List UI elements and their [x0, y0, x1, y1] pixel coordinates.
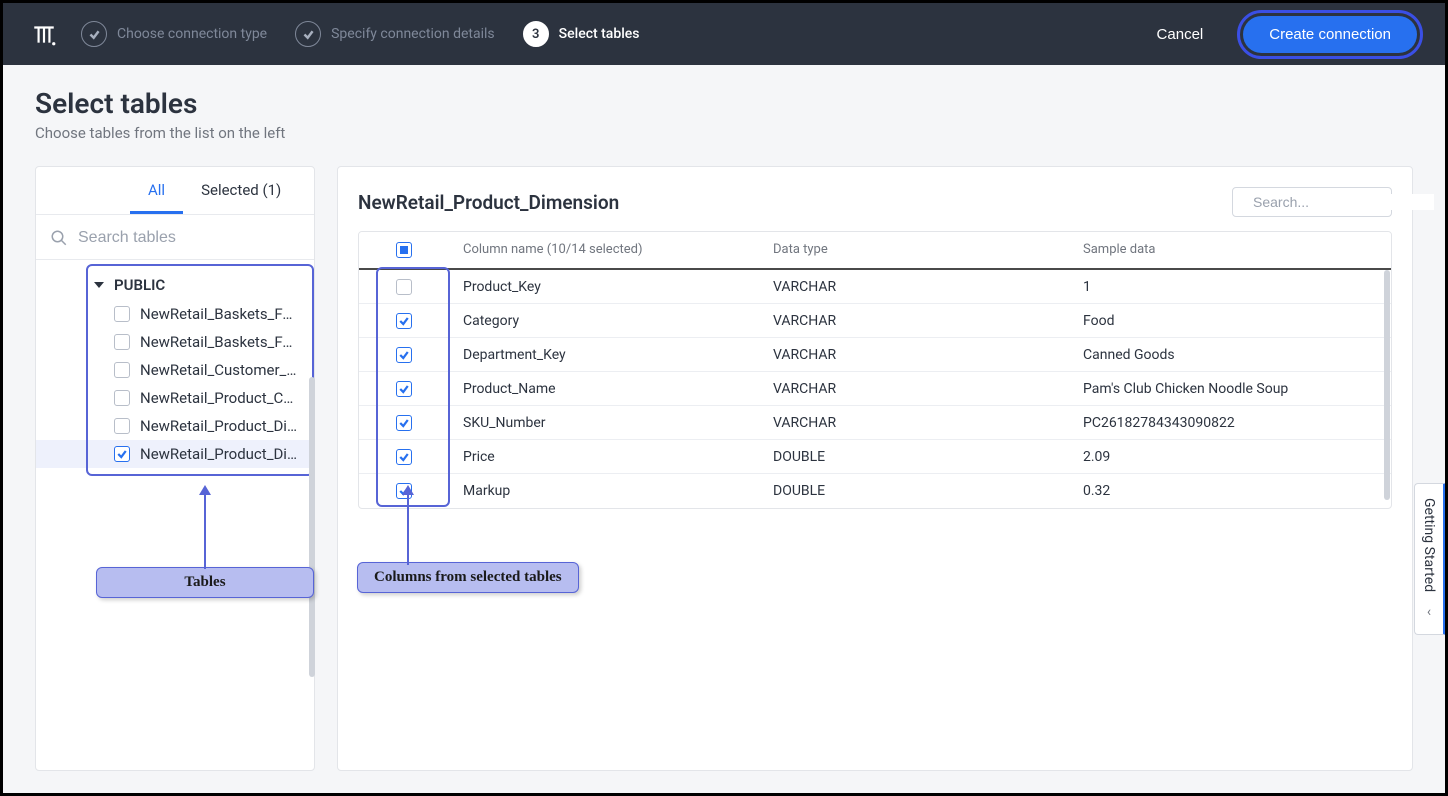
column-sample: 0.32: [1069, 473, 1391, 509]
column-row: Department_KeyVARCHARCanned Goods: [359, 338, 1391, 372]
tab-all[interactable]: All: [130, 167, 183, 214]
page-subtitle: Choose tables from the list on the left: [35, 124, 1413, 142]
header-sample-data: Sample data: [1069, 232, 1391, 268]
wizard-steps: Choose connection type Specify connectio…: [81, 21, 640, 47]
step-1: Choose connection type: [81, 21, 267, 47]
arrow-icon: [398, 485, 418, 565]
column-checkbox[interactable]: [396, 347, 412, 363]
column-name: Product_Name: [449, 371, 759, 407]
step-2-label: Specify connection details: [331, 26, 495, 42]
column-checkbox[interactable]: [396, 449, 412, 465]
column-row: Product_KeyVARCHAR1: [359, 270, 1391, 304]
search-columns-input[interactable]: [1253, 194, 1434, 210]
column-row: Product_NameVARCHARPam's Club Chicken No…: [359, 372, 1391, 406]
callout-columns: Columns from selected tables: [357, 562, 579, 593]
column-sample: PC26182784343090822: [1069, 405, 1391, 441]
column-sample: 2.09: [1069, 439, 1391, 475]
callout-tables: Tables: [96, 567, 314, 598]
column-sample: 1: [1069, 269, 1391, 305]
getting-started-label: Getting Started: [1421, 498, 1437, 592]
getting-started-tab[interactable]: Getting Started ‹: [1414, 483, 1446, 635]
header-column-name: Column name (10/14 selected): [449, 232, 759, 268]
column-name: Product_Key: [449, 269, 759, 305]
step-2: Specify connection details: [295, 21, 495, 47]
table-item[interactable]: NewRetail_Baskets_Fact_...: [36, 328, 314, 356]
app-logo-icon: [31, 21, 57, 47]
tab-selected[interactable]: Selected (1): [183, 167, 299, 214]
column-name: Price: [449, 439, 759, 475]
column-sample: Canned Goods: [1069, 337, 1391, 373]
table-checkbox[interactable]: [114, 418, 130, 434]
header-data-type: Data type: [759, 232, 1069, 268]
column-name: Department_Key: [449, 337, 759, 373]
search-tables-input[interactable]: [78, 223, 300, 253]
column-type: VARCHAR: [759, 371, 1069, 407]
table-item[interactable]: NewRetail_Product_Dime...: [36, 440, 314, 468]
step-1-label: Choose connection type: [117, 26, 267, 42]
tables-panel: All Selected (1) PUBLIC NewRetail_Basket…: [35, 166, 315, 771]
left-scrollbar[interactable]: [309, 377, 315, 677]
columns-panel: NewRetail_Product_Dimension Column name …: [337, 166, 1413, 771]
column-checkbox[interactable]: [396, 415, 412, 431]
column-checkbox[interactable]: [396, 381, 412, 397]
create-connection-button[interactable]: Create connection: [1243, 16, 1417, 53]
column-name: Markup: [449, 473, 759, 509]
column-checkbox[interactable]: [396, 279, 412, 295]
schema-label: PUBLIC: [114, 276, 165, 294]
check-icon: [295, 21, 321, 47]
table-item[interactable]: NewRetail_Product_Cost_...: [36, 384, 314, 412]
column-checkbox[interactable]: [396, 313, 412, 329]
table-checkbox[interactable]: [114, 306, 130, 322]
columns-table: Column name (10/14 selected) Data type S…: [358, 231, 1392, 509]
column-type: DOUBLE: [759, 473, 1069, 509]
column-sample: Food: [1069, 303, 1391, 339]
step-3-number: 3: [523, 21, 549, 47]
select-all-checkbox[interactable]: [396, 242, 412, 258]
columns-header-row: Column name (10/14 selected) Data type S…: [359, 232, 1391, 270]
step-3: 3 Select tables: [523, 21, 640, 47]
column-type: DOUBLE: [759, 439, 1069, 475]
table-checkbox[interactable]: [114, 446, 130, 462]
table-name: NewRetail_Baskets_Fact_...: [140, 333, 300, 351]
column-name: Category: [449, 303, 759, 339]
arrow-icon: [195, 485, 215, 569]
table-checkbox[interactable]: [114, 362, 130, 378]
table-item[interactable]: NewRetail_Baskets_Fact: [36, 300, 314, 328]
column-type: VARCHAR: [759, 337, 1069, 373]
column-row: MarkupDOUBLE0.32: [359, 474, 1391, 508]
column-type: VARCHAR: [759, 303, 1069, 339]
search-columns[interactable]: [1232, 187, 1392, 217]
caret-down-icon: [94, 282, 104, 288]
column-type: VARCHAR: [759, 405, 1069, 441]
cancel-button[interactable]: Cancel: [1141, 16, 1220, 53]
wizard-header: Choose connection type Specify connectio…: [3, 3, 1445, 65]
column-type: VARCHAR: [759, 269, 1069, 305]
search-tables[interactable]: [36, 215, 314, 260]
tables-tree: PUBLIC NewRetail_Baskets_Fact NewRetail_B…: [36, 260, 314, 478]
column-row: CategoryVARCHARFood: [359, 304, 1391, 338]
table-item[interactable]: NewRetail_Customer_Dim...: [36, 356, 314, 384]
step-3-label: Select tables: [559, 26, 640, 42]
table-name: NewRetail_Baskets_Fact: [140, 305, 300, 323]
table-name: NewRetail_Product_Cost_...: [140, 389, 300, 407]
schema-row[interactable]: PUBLIC: [36, 270, 314, 300]
check-icon: [81, 21, 107, 47]
column-row: SKU_NumberVARCHARPC26182784343090822: [359, 406, 1391, 440]
chevron-left-icon: ‹: [1427, 604, 1431, 620]
table-checkbox[interactable]: [114, 390, 130, 406]
tables-tabs: All Selected (1): [36, 167, 314, 215]
page-title: Select tables: [35, 87, 1413, 120]
table-scrollbar[interactable]: [1384, 270, 1390, 500]
column-row: PriceDOUBLE2.09: [359, 440, 1391, 474]
column-sample: Pam's Club Chicken Noodle Soup: [1069, 371, 1391, 407]
table-checkbox[interactable]: [114, 334, 130, 350]
columns-title: NewRetail_Product_Dimension: [358, 191, 619, 214]
table-name: NewRetail_Product_Diet_...: [140, 417, 300, 435]
table-name: NewRetail_Customer_Dim...: [140, 361, 300, 379]
table-item[interactable]: NewRetail_Product_Diet_...: [36, 412, 314, 440]
table-name: NewRetail_Product_Dime...: [140, 445, 300, 463]
search-icon: [50, 229, 68, 247]
column-name: SKU_Number: [449, 405, 759, 441]
